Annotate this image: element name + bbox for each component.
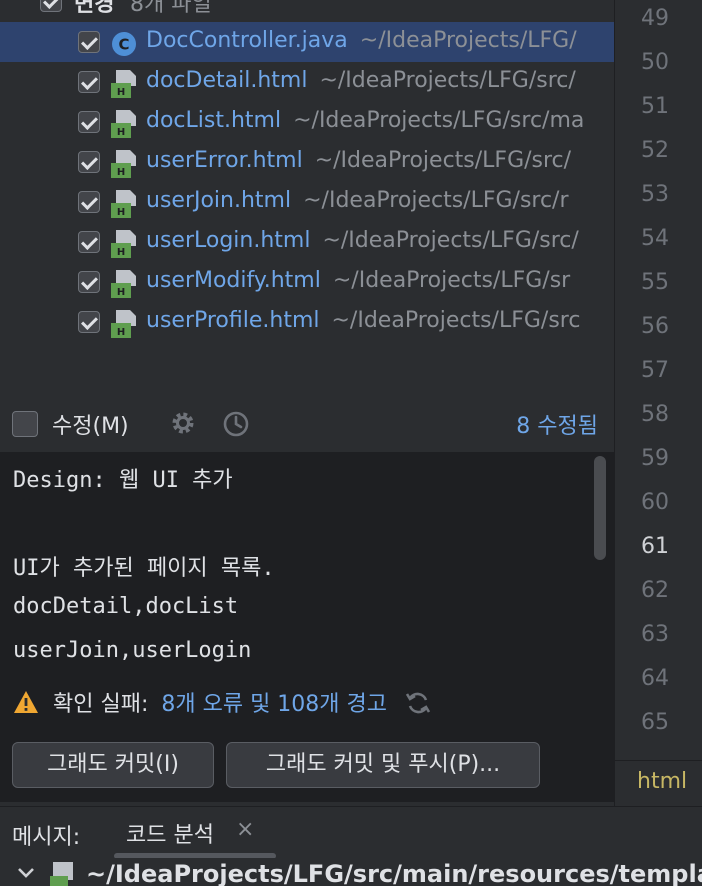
- check-results-link[interactable]: 8개 오류 및 108개 경고: [161, 692, 387, 717]
- file-path: ~/IdeaProjects/LFG/: [359, 28, 577, 53]
- line-number: 50: [641, 50, 669, 75]
- commit-message-line: userJoin,userLogin: [13, 638, 252, 663]
- html-file-icon: H: [111, 310, 136, 338]
- rerun-check-icon[interactable]: [404, 689, 432, 717]
- line-number: 51: [641, 94, 669, 119]
- changed-file-row[interactable]: HuserJoin.html ~/IdeaProjects/LFG/src/r: [0, 182, 614, 222]
- file-checkbox[interactable]: [78, 231, 100, 253]
- svg-text:H: H: [117, 167, 125, 178]
- html-file-icon: H: [111, 190, 136, 218]
- line-number: 65: [641, 710, 669, 735]
- svg-text:H: H: [117, 247, 125, 258]
- line-number: 63: [641, 622, 669, 647]
- file-path: ~/IdeaProjects/LFG/sr: [332, 268, 571, 293]
- changes-group-checkbox[interactable]: [40, 0, 62, 12]
- history-clock-icon[interactable]: [222, 410, 250, 438]
- html-folder-icon: [50, 862, 73, 886]
- changed-file-row[interactable]: HuserLogin.html ~/IdeaProjects/LFG/src/: [0, 222, 614, 262]
- line-number: 53: [641, 182, 669, 207]
- line-number: 55: [641, 270, 669, 295]
- commit-message-line: docDetail,docList: [13, 594, 239, 619]
- tree-path: ~/IdeaProjects/LFG/src/main/resources/te…: [86, 860, 702, 886]
- gear-icon[interactable]: [170, 410, 196, 436]
- line-number: 61: [641, 534, 669, 559]
- html-file-icon: H: [111, 110, 136, 138]
- html-file-icon: H: [111, 230, 136, 258]
- amend-checkbox[interactable]: [12, 411, 38, 437]
- file-path: ~/IdeaProjects/LFG/src/: [322, 228, 579, 253]
- file-path: ~/IdeaProjects/LFG/src/: [319, 68, 576, 93]
- tab-message[interactable]: 메시지:: [12, 819, 80, 851]
- svg-text:H: H: [117, 207, 125, 218]
- file-checkbox[interactable]: [78, 111, 100, 133]
- commit-message-line: Design: 웹 UI 추가: [13, 468, 233, 493]
- commit-anyway-button[interactable]: 그래도 커밋(I): [12, 742, 214, 788]
- line-number: 56: [641, 314, 669, 339]
- line-number: 62: [641, 578, 669, 603]
- html-file-icon: H: [111, 270, 136, 298]
- line-number: 60: [641, 490, 669, 515]
- close-tab-icon[interactable]: ×: [236, 817, 254, 842]
- chevron-down-icon[interactable]: [16, 866, 36, 880]
- file-path: ~/IdeaProjects/LFG/src/: [314, 148, 572, 173]
- line-number: 64: [641, 666, 669, 691]
- commit-panel: 변경 8개 파일 C DocController.java ~/IdeaProjec…: [0, 0, 614, 806]
- commit-and-push-anyway-button[interactable]: 그래도 커밋 및 푸시(P)...: [226, 742, 540, 788]
- message-scrollbar[interactable]: [594, 456, 606, 560]
- file-checkbox[interactable]: [78, 151, 100, 173]
- analysis-tree-row[interactable]: ~/IdeaProjects/LFG/src/main/resources/te…: [0, 858, 702, 886]
- file-checkbox[interactable]: [78, 31, 100, 53]
- file-checkbox[interactable]: [78, 311, 100, 333]
- changed-file-row[interactable]: HdocDetail.html ~/IdeaProjects/LFG/src/: [0, 62, 614, 102]
- check-failed-status: 확인 실패: 8개 오류 및 108개 경고: [12, 686, 432, 718]
- svg-text:H: H: [117, 127, 125, 138]
- changed-file-row[interactable]: HuserError.html ~/IdeaProjects/LFG/src/: [0, 142, 614, 182]
- changed-file-row[interactable]: HuserModify.html ~/IdeaProjects/LFG/sr: [0, 262, 614, 302]
- file-checkbox[interactable]: [78, 71, 100, 93]
- html-file-icon: H: [111, 70, 136, 98]
- line-number: 54: [641, 226, 669, 251]
- html-file-icon: H: [111, 150, 136, 178]
- svg-text:H: H: [117, 287, 125, 298]
- check-failed-label: 확인 실패:: [53, 692, 149, 717]
- file-name: DocController.java: [146, 28, 348, 53]
- line-number: 59: [641, 446, 669, 471]
- file-name: userProfile.html: [146, 308, 320, 333]
- tab-code-analysis[interactable]: 코드 분석: [126, 817, 214, 849]
- file-name: userModify.html: [146, 268, 321, 293]
- file-path: ~/IdeaProjects/LFG/src/r: [303, 188, 569, 213]
- line-number: 57: [641, 358, 669, 383]
- warning-icon: [14, 691, 38, 713]
- file-name: userJoin.html: [146, 188, 292, 213]
- bottom-tab-bar: 메시지: 코드 분석 ×: [0, 806, 702, 859]
- language-label: html: [637, 769, 688, 794]
- svg-text:H: H: [117, 327, 125, 338]
- changes-group-count: 8개 파일: [130, 0, 212, 17]
- svg-text:H: H: [117, 87, 125, 98]
- changed-file-row[interactable]: HdocList.html ~/IdeaProjects/LFG/src/ma: [0, 102, 614, 142]
- file-checkbox[interactable]: [78, 191, 100, 213]
- changes-group-label: 변경: [74, 0, 115, 17]
- line-number: 52: [641, 138, 669, 163]
- line-number: 49: [641, 6, 669, 31]
- commit-options-bar: 수정(M) 8 수정됨: [0, 400, 614, 446]
- file-name: docList.html: [146, 108, 282, 133]
- amend-label[interactable]: 수정(M): [52, 408, 129, 440]
- file-name: docDetail.html: [146, 68, 308, 93]
- file-checkbox[interactable]: [78, 271, 100, 293]
- file-path: ~/IdeaProjects/LFG/src/ma: [293, 108, 585, 133]
- language-indicator[interactable]: html: [615, 760, 702, 807]
- commit-message-line: UI가 추가된 페이지 목록.: [13, 556, 275, 581]
- line-number: 58: [641, 402, 669, 427]
- changed-file-row[interactable]: C DocController.java ~/IdeaProjects/LFG/: [0, 22, 614, 62]
- file-name: userError.html: [146, 148, 303, 173]
- svg-text:C: C: [118, 36, 129, 54]
- changed-file-row[interactable]: HuserProfile.html ~/IdeaProjects/LFG/src: [0, 302, 614, 342]
- file-path: ~/IdeaProjects/LFG/src: [331, 308, 581, 333]
- editor-gutter: 49 50 51 52 53 54 55 56 57 58 59 60 61 62 63 64 65 html: [614, 0, 702, 806]
- java-class-icon: C: [112, 32, 136, 56]
- file-name: userLogin.html: [146, 228, 311, 253]
- modified-count[interactable]: 8 수정됨: [516, 408, 598, 440]
